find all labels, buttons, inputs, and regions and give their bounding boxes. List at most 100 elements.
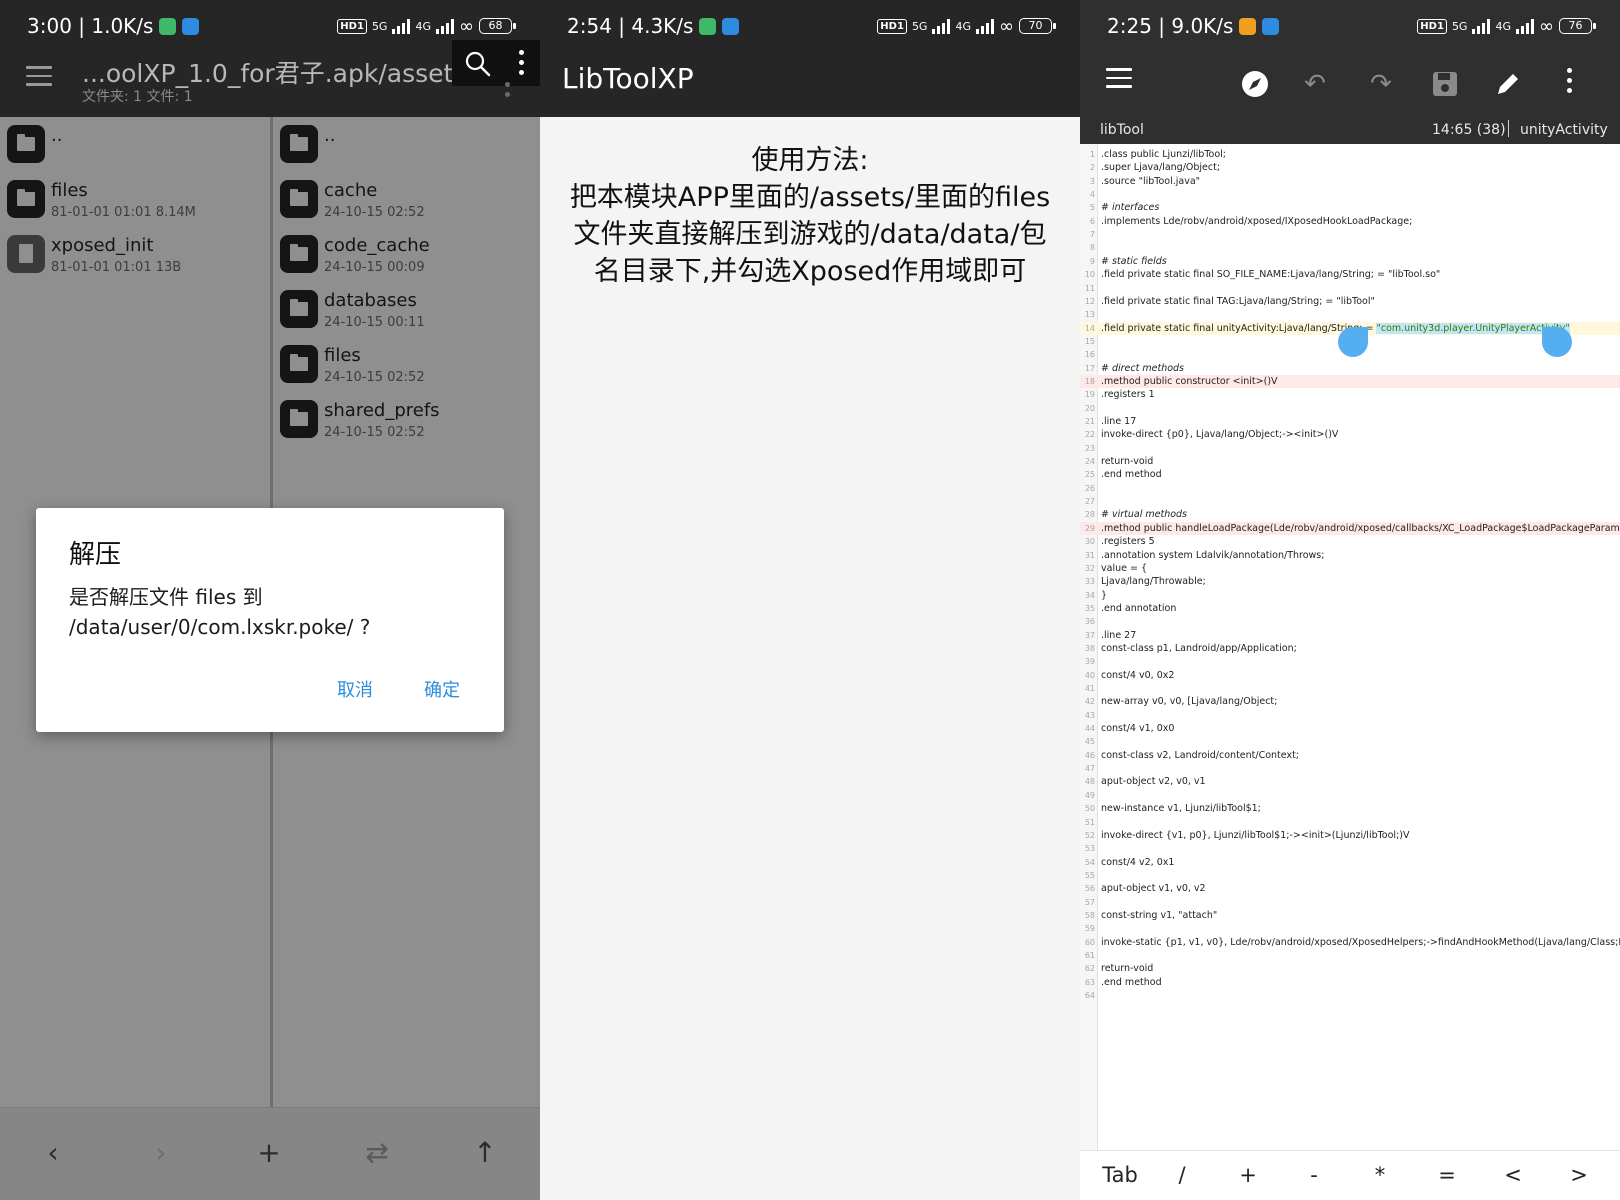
list-item[interactable]: databases 24-10-15 00:11 (273, 282, 540, 337)
code-line[interactable]: 64 (1080, 989, 1620, 1002)
code-line[interactable]: 40 const/4 v0, 0x2 (1080, 669, 1620, 682)
forward-button[interactable]: › (136, 1128, 186, 1178)
back-button[interactable]: ‹ (28, 1128, 78, 1178)
list-item[interactable]: .. (273, 117, 540, 172)
menu-icon[interactable] (1106, 68, 1132, 88)
menu-icon[interactable] (26, 66, 52, 86)
selection-start-handle[interactable] (1338, 327, 1368, 357)
symbol-key-slash[interactable]: / (1162, 1163, 1202, 1187)
code-line[interactable]: 33 Ljava/lang/Throwable; (1080, 575, 1620, 588)
code-line[interactable]: 5 # interfaces (1080, 201, 1620, 214)
symbol-key-minus[interactable]: - (1294, 1163, 1334, 1187)
save-icon[interactable] (1430, 69, 1460, 99)
code-line[interactable]: 23 (1080, 442, 1620, 455)
code-line[interactable]: 43 (1080, 709, 1620, 722)
code-line[interactable]: 2 .super Ljava/lang/Object; (1080, 161, 1620, 174)
code-line[interactable]: 52 invoke-direct {v1, p0}, Ljunzi/libToo… (1080, 829, 1620, 842)
symbol-key-asterisk[interactable]: * (1360, 1163, 1400, 1187)
code-line[interactable]: 36 (1080, 615, 1620, 628)
code-line[interactable]: 42 new-array v0, v0, [Ljava/lang/Object; (1080, 695, 1620, 708)
code-line[interactable]: 20 (1080, 402, 1620, 415)
code-line[interactable]: 29 .method public handleLoadPackage(Lde/r… (1080, 521, 1620, 535)
code-line[interactable]: 47 (1080, 762, 1620, 775)
code-line[interactable]: 7 (1080, 228, 1620, 241)
code-line[interactable]: 54 const/4 v2, 0x1 (1080, 856, 1620, 869)
code-line[interactable]: 62 return-void (1080, 962, 1620, 975)
symbol-key-tab[interactable]: Tab (1095, 1163, 1145, 1187)
code-line[interactable]: 31 .annotation system Ldalvik/annotation… (1080, 549, 1620, 562)
code-line[interactable]: 50 new-instance v1, Ljunzi/libTool$1; (1080, 802, 1620, 815)
code-line[interactable]: 22 invoke-direct {p0}, Ljava/lang/Object… (1080, 428, 1620, 441)
code-line[interactable]: 58 const-string v1, "attach" (1080, 909, 1620, 922)
code-line[interactable]: 51 (1080, 816, 1620, 829)
more-options-icon[interactable] (505, 82, 511, 102)
code-line[interactable]: 61 (1080, 949, 1620, 962)
code-line[interactable]: 37 .line 27 (1080, 629, 1620, 642)
symbol-key-greater-than[interactable]: > (1559, 1163, 1599, 1187)
add-button[interactable]: + (244, 1128, 294, 1178)
up-button[interactable]: ↑ (460, 1128, 510, 1178)
code-line[interactable]: 27 (1080, 495, 1620, 508)
code-line[interactable]: 12 .field private static final TAG:Ljava/… (1080, 295, 1620, 308)
list-item[interactable]: .. (0, 117, 270, 172)
file-name-tab[interactable]: libTool (1100, 122, 1144, 138)
code-line[interactable]: 11 (1080, 282, 1620, 295)
code-line[interactable]: 25 .end method (1080, 468, 1620, 481)
compass-icon[interactable] (1240, 69, 1270, 99)
selection-end-handle[interactable] (1542, 327, 1572, 357)
list-item[interactable]: cache 24-10-15 02:52 (273, 172, 540, 227)
more-options-icon[interactable] (1567, 68, 1573, 98)
symbol-key-less-than[interactable]: < (1493, 1163, 1533, 1187)
code-line[interactable]: 21 .line 17 (1080, 415, 1620, 428)
code-line[interactable]: 3 .source "libTool.java" (1080, 175, 1620, 188)
code-line[interactable]: 63 .end method (1080, 976, 1620, 989)
code-line[interactable]: 56 aput-object v1, v0, v2 (1080, 882, 1620, 895)
code-line[interactable]: 35 .end annotation (1080, 602, 1620, 615)
more-options-icon[interactable] (519, 50, 525, 80)
code-line[interactable]: 9 # static fields (1080, 255, 1620, 268)
code-line[interactable]: 39 (1080, 655, 1620, 668)
code-line[interactable]: 8 (1080, 241, 1620, 254)
code-line[interactable]: 45 (1080, 735, 1620, 748)
code-line[interactable]: 57 (1080, 896, 1620, 909)
code-line[interactable]: 10 .field private static final SO_FILE_NA… (1080, 268, 1620, 281)
code-line[interactable]: 41 (1080, 682, 1620, 695)
code-line[interactable]: 4 (1080, 188, 1620, 201)
code-line[interactable]: 1 .class public Ljunzi/libTool; (1080, 148, 1620, 161)
list-item[interactable]: xposed_init 81-01-01 01:01 13B (0, 227, 270, 282)
code-line[interactable]: 60 invoke-static {p1, v1, v0}, Lde/robv/… (1080, 936, 1620, 949)
code-line[interactable]: 19 .registers 1 (1080, 388, 1620, 401)
code-line[interactable]: 44 const/4 v1, 0x0 (1080, 722, 1620, 735)
code-line[interactable]: 53 (1080, 842, 1620, 855)
code-line[interactable]: 34 } (1080, 589, 1620, 602)
code-line[interactable]: 26 (1080, 482, 1620, 495)
symbol-key-equals[interactable]: = (1427, 1163, 1467, 1187)
code-line[interactable]: 28 # virtual methods (1080, 508, 1620, 521)
undo-icon[interactable]: ↶ (1300, 69, 1330, 99)
code-line[interactable]: 49 (1080, 789, 1620, 802)
symbol-key-plus[interactable]: + (1228, 1163, 1268, 1187)
list-item[interactable]: files 24-10-15 02:52 (273, 337, 540, 392)
code-line[interactable]: 18 .method public constructor <init>()V (1080, 374, 1620, 389)
code-line[interactable]: 46 const-class v2, Landroid/content/Cont… (1080, 749, 1620, 762)
code-line[interactable]: 13 (1080, 308, 1620, 321)
redo-icon[interactable]: ↷ (1366, 69, 1396, 99)
code-area[interactable]: 1 .class public Ljunzi/libTool; 2 .super Lj… (1080, 144, 1620, 1150)
code-line[interactable]: 6 .implements Lde/robv/android/xposed/IXp… (1080, 215, 1620, 228)
list-item[interactable]: code_cache 24-10-15 00:09 (273, 227, 540, 282)
confirm-button[interactable]: 确定 (424, 676, 460, 702)
code-line[interactable]: 17 # direct methods (1080, 362, 1620, 375)
search-icon[interactable] (464, 50, 492, 78)
swap-button[interactable]: ⇄ (352, 1128, 402, 1178)
cancel-button[interactable]: 取消 (337, 676, 373, 702)
code-line[interactable]: 30 .registers 5 (1080, 535, 1620, 548)
code-line[interactable]: 24 return-void (1080, 455, 1620, 468)
code-line[interactable]: 38 const-class p1, Landroid/app/Applicat… (1080, 642, 1620, 655)
code-line[interactable]: 55 (1080, 869, 1620, 882)
code-line[interactable]: 59 (1080, 922, 1620, 935)
code-line[interactable]: 48 aput-object v2, v0, v1 (1080, 775, 1620, 788)
code-line[interactable]: 32 value = { (1080, 562, 1620, 575)
edit-icon[interactable] (1493, 69, 1523, 99)
list-item[interactable]: shared_prefs 24-10-15 02:52 (273, 392, 540, 447)
list-item[interactable]: files 81-01-01 01:01 8.14M (0, 172, 270, 227)
